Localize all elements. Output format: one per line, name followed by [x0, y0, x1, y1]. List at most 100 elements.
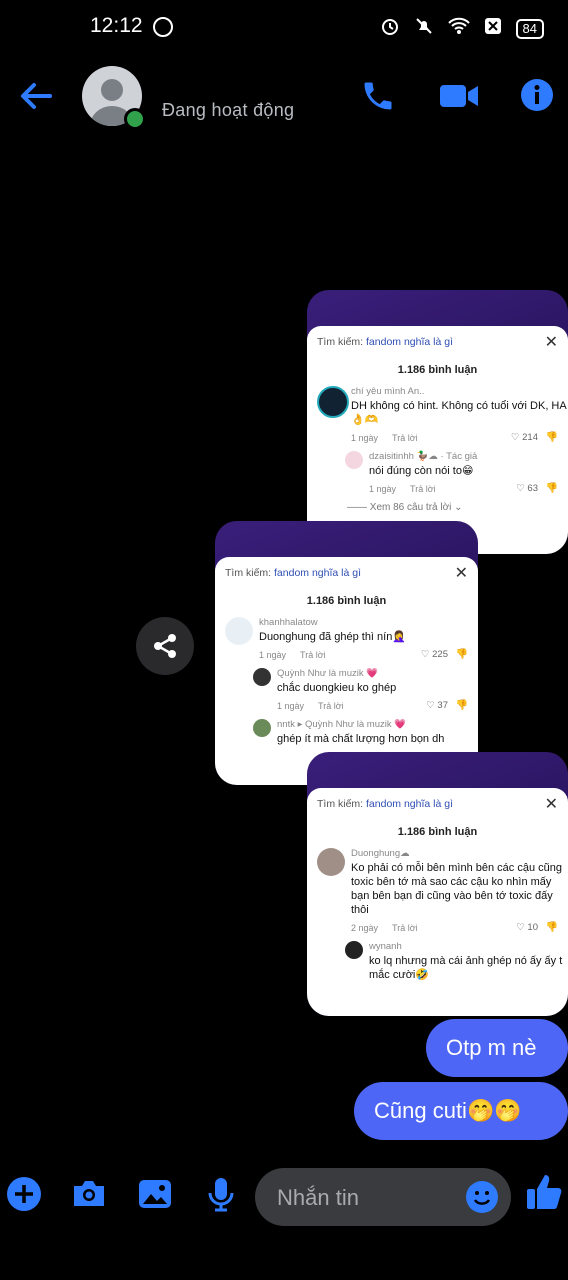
image-message-2[interactable]: Tìm kiếm: fandom nghĩa là gì ✕ 1.186 bìn… [215, 521, 478, 785]
like-count: ♡ 10 [516, 922, 538, 933]
close-icon: ✕ [454, 565, 468, 582]
like-value: 225 [432, 649, 448, 660]
search-row: Tìm kiếm: fandom nghĩa là gì [307, 788, 568, 810]
comment-author: dzaisitinhh 🦆☁ · Tác giả [369, 451, 478, 462]
comment-text: DH không có hint. Không có tuổi với DK, … [351, 400, 567, 426]
view-more-replies: —— Xem 86 câu trả lời ⌄ [347, 502, 463, 513]
comment-sheet: Tìm kiếm: fandom nghĩa là gì ✕ 1.186 bìn… [215, 557, 478, 785]
comment-time: 1 ngày [369, 484, 397, 494]
avatar [253, 668, 271, 686]
add-icon[interactable] [6, 1176, 42, 1217]
list-item: dzaisitinhh 🦆☁ · Tác giả nói đúng còn nó… [307, 451, 568, 494]
comment-author: Quỳnh Như là muzik 💗 [277, 668, 379, 679]
search-query: fandom nghĩa là gì [366, 798, 453, 810]
dislike-icon: 👎 [545, 483, 558, 494]
message-bubble-2[interactable]: Cũng cuti🤭🤭 [354, 1082, 568, 1140]
list-item: wynanh ko lq nhưng mà cái ảnh ghép nó ấy… [307, 941, 568, 982]
video-call-icon[interactable] [438, 78, 480, 119]
search-label: Tìm kiếm: [317, 798, 364, 810]
online-status-dot [124, 108, 146, 130]
close-icon: ✕ [544, 796, 558, 813]
list-item: Quỳnh Như là muzik 💗 chắc duongkieu ko g… [215, 668, 478, 711]
avatar [345, 941, 363, 959]
status-time: 12:12 [90, 14, 143, 37]
dislike-icon: 👎 [545, 432, 558, 443]
wifi-icon [447, 17, 470, 40]
search-row: Tìm kiếm: fandom nghĩa là gì [307, 326, 568, 348]
comment-count: 1.186 bình luận [397, 364, 478, 376]
status-icons: 84 [380, 16, 544, 41]
comment-text: Ko phải có mỗi bên mình bên các cậu cũng… [351, 862, 562, 916]
avatar [317, 386, 349, 418]
like-value: 10 [527, 922, 538, 933]
comment-text: nói đúng còn nói to😁 [369, 465, 474, 477]
messenger-notification-icon [153, 17, 173, 37]
comment-text: ghép ít mà chất lượng hơn bọn dh [277, 733, 445, 745]
share-button[interactable] [136, 617, 194, 675]
list-item: khanhhalatow Duonghung đã ghép thì nín🤦‍… [215, 617, 478, 660]
avatar [345, 451, 363, 469]
comment-time: 2 ngày [351, 923, 379, 933]
mute-icon [414, 16, 434, 41]
comment-sheet: Tìm kiếm: fandom nghĩa là gì ✕ 1.186 bìn… [307, 788, 568, 1016]
like-value: 37 [437, 700, 448, 711]
comment-author: Duonghung☁ [351, 848, 410, 859]
list-item: nntk ▸ Quỳnh Như là muzik 💗 ghép ít mà c… [215, 719, 478, 746]
dislike-icon: 👎 [455, 700, 468, 711]
camera-icon[interactable] [70, 1176, 108, 1217]
search-label: Tìm kiếm: [317, 336, 364, 348]
like-count: ♡ 37 [426, 700, 448, 711]
list-item: Duonghung☁ Ko phải có mỗi bên mình bên c… [307, 848, 568, 933]
search-query: fandom nghĩa là gì [366, 336, 453, 348]
comment-author: khanhhalatow [259, 617, 318, 628]
search-label: Tìm kiếm: [225, 567, 272, 579]
battery-indicator: 84 [515, 18, 544, 39]
comment-count: 1.186 bình luận [306, 595, 387, 607]
comment-text: ko lq nhưng mà cái ảnh ghép nó ấy ấy t m… [369, 955, 563, 981]
presence-status: Đang hoạt động [162, 100, 295, 120]
image-message-3[interactable]: Tìm kiếm: fandom nghĩa là gì ✕ 1.186 bìn… [307, 752, 568, 1016]
gallery-icon[interactable] [137, 1176, 173, 1217]
back-arrow-icon[interactable] [18, 78, 54, 119]
like-count: ♡ 225 [420, 649, 448, 660]
image-message-1[interactable]: Tìm kiếm: fandom nghĩa là gì ✕ 1.186 bìn… [307, 290, 568, 554]
list-item: chí yêu mình An.. DH không có hint. Khôn… [307, 386, 568, 443]
sim-off-icon [484, 17, 502, 40]
info-icon[interactable] [520, 78, 554, 117]
view-more-label: Xem 86 câu trả lời [369, 502, 452, 513]
comment-sheet: Tìm kiếm: fandom nghĩa là gì ✕ 1.186 bìn… [307, 326, 568, 554]
avatar [253, 719, 271, 737]
like-thumb-icon[interactable] [525, 1172, 563, 1217]
message-bubble-1[interactable]: Otp m nè [426, 1019, 568, 1077]
reply-label: Trả lời [392, 923, 418, 933]
reply-label: Trả lời [410, 484, 436, 494]
search-query: fandom nghĩa là gì [274, 567, 361, 579]
comment-author: chí yêu mình An.. [351, 386, 425, 397]
like-value: 63 [527, 483, 538, 494]
like-count: ♡ 63 [516, 483, 538, 494]
message-composer[interactable] [255, 1168, 511, 1226]
comment-time: 1 ngày [259, 650, 287, 660]
like-count: ♡ 214 [510, 432, 538, 443]
microphone-icon[interactable] [205, 1176, 237, 1217]
comment-count: 1.186 bình luận [397, 826, 478, 838]
dislike-icon: 👎 [455, 649, 468, 660]
comment-author: nntk ▸ Quỳnh Như là muzik 💗 [277, 719, 407, 730]
comment-time: 1 ngày [351, 433, 379, 443]
audio-call-icon[interactable] [360, 78, 396, 119]
comment-text: chắc duongkieu ko ghép [277, 682, 397, 694]
alarm-icon [380, 16, 400, 41]
avatar [225, 617, 253, 645]
close-icon: ✕ [544, 334, 558, 351]
reply-label: Trả lời [300, 650, 326, 660]
comment-time: 1 ngày [277, 701, 305, 711]
reply-label: Trả lời [392, 433, 418, 443]
reply-label: Trả lời [318, 701, 344, 711]
like-value: 214 [522, 432, 538, 443]
comment-text: Duonghung đã ghép thì nín🤦‍♀️ [259, 631, 407, 643]
avatar [317, 848, 345, 876]
comment-author: wynanh [369, 941, 402, 952]
emoji-icon[interactable] [465, 1180, 499, 1219]
share-icon [154, 634, 176, 658]
message-input[interactable] [275, 1182, 459, 1214]
